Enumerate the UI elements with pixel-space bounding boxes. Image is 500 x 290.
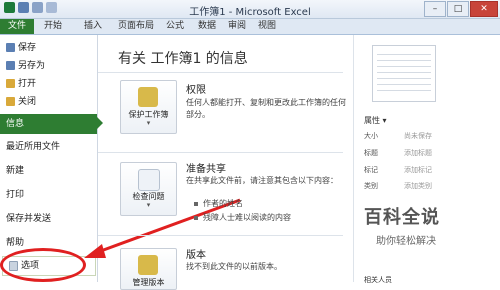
button-label: 管理版本	[132, 278, 165, 287]
tab-file[interactable]: 文件	[0, 19, 34, 34]
related-people-heading: 相关人员	[364, 276, 392, 284]
watermark: 百科全说 助你轻松解决	[358, 203, 498, 258]
chevron-down-icon: ▾	[146, 119, 151, 127]
watermark-line1: 百科全说	[364, 207, 440, 228]
sidebar-item-label: 保存并发送	[6, 214, 52, 224]
divider	[98, 235, 343, 236]
sidebar-item-save-send[interactable]: 保存并发送	[0, 210, 97, 228]
backstage-sidebar: 保存 另存为 打开 关闭 信息 最近所用文件 新建 打印 保存并发送 帮助 选项	[0, 35, 103, 282]
sidebar-item-close[interactable]: 关闭	[0, 93, 97, 111]
close-button[interactable]: ✕	[470, 1, 498, 17]
versions-icon	[138, 255, 158, 275]
title-bar: 工作簿1 - Microsoft Excel – □ ✕	[0, 0, 500, 19]
divider	[98, 72, 343, 73]
window-controls: – □ ✕	[424, 1, 498, 17]
sidebar-item-label: 最近所用文件	[6, 142, 61, 152]
sidebar-item-print[interactable]: 打印	[0, 186, 97, 204]
tab-home[interactable]: 开始	[44, 20, 62, 33]
workbook-thumbnail	[372, 45, 436, 102]
annotation-circle	[0, 248, 86, 282]
sidebar-item-label: 另存为	[18, 61, 46, 71]
property-row: 标题 添加标题	[364, 149, 432, 157]
sidebar-item-new[interactable]: 新建	[0, 162, 97, 180]
sidebar-item-label: 关闭	[18, 97, 37, 107]
tab-data[interactable]: 数据	[198, 20, 216, 33]
save-as-icon	[6, 61, 15, 70]
info-panel: 有关 工作簿1 的信息 保护工作簿 ▾ 权限 任何人都能打开、复制和更改此工作簿…	[98, 35, 353, 290]
bullet-icon	[194, 201, 198, 206]
maximize-button[interactable]: □	[447, 1, 469, 17]
tab-view[interactable]: 视图	[258, 20, 276, 33]
sidebar-item-label: 打开	[18, 79, 37, 89]
sidebar-item-label: 新建	[6, 166, 25, 176]
sidebar-item-recent[interactable]: 最近所用文件	[0, 138, 97, 156]
save-icon	[6, 43, 15, 52]
property-row: 标记 添加标记	[364, 166, 432, 174]
properties-heading[interactable]: 属性 ▾	[364, 115, 387, 126]
prepare-share-heading: 准备共享	[186, 164, 226, 175]
tab-insert[interactable]: 插入	[84, 20, 102, 33]
permissions-heading: 权限	[186, 85, 206, 96]
property-row: 大小 尚未保存	[364, 132, 432, 140]
tab-page-layout[interactable]: 页面布局	[118, 20, 154, 33]
folder-open-icon	[6, 79, 15, 88]
bullet-icon	[194, 215, 198, 220]
minimize-button[interactable]: –	[424, 1, 446, 17]
property-row: 类别 添加类别	[364, 182, 432, 190]
tab-review[interactable]: 审阅	[228, 20, 246, 33]
divider	[98, 152, 343, 153]
chevron-down-icon: ▾	[146, 201, 151, 209]
page-title: 有关 工作簿1 的信息	[118, 51, 248, 67]
tab-formulas[interactable]: 公式	[166, 20, 184, 33]
checklist-icon	[138, 169, 160, 191]
permissions-text: 任何人都能打开、复制和更改此工作簿的任何部分。	[186, 98, 346, 119]
prepare-share-text: 在共享此文件前，请注意其包含以下内容：	[186, 176, 338, 185]
watermark-line2: 助你轻松解决	[376, 236, 436, 247]
versions-text: 找不到此文件的以前版本。	[186, 262, 282, 271]
check-issues-button[interactable]: 检查问题 ▾	[120, 162, 177, 216]
sidebar-item-label: 保存	[18, 43, 37, 53]
sidebar-item-label: 信息	[6, 119, 25, 129]
versions-heading: 版本	[186, 250, 206, 261]
sidebar-item-save[interactable]: 保存	[0, 39, 97, 57]
sidebar-item-open[interactable]: 打开	[0, 75, 97, 93]
lock-icon	[138, 87, 158, 107]
close-file-icon	[6, 97, 15, 106]
manage-versions-button[interactable]: 管理版本	[120, 248, 177, 290]
list-item: 作者的姓名	[194, 198, 243, 209]
sidebar-item-label: 打印	[6, 190, 25, 200]
sidebar-item-save-as[interactable]: 另存为	[0, 57, 97, 75]
protect-workbook-button[interactable]: 保护工作簿 ▾	[120, 80, 177, 134]
ribbon-tab-bar: 文件 开始 插入 页面布局 公式 数据 审阅 视图	[0, 19, 500, 35]
list-item: 残障人士难以阅读的内容	[194, 212, 291, 223]
sidebar-item-info[interactable]: 信息	[0, 114, 103, 134]
